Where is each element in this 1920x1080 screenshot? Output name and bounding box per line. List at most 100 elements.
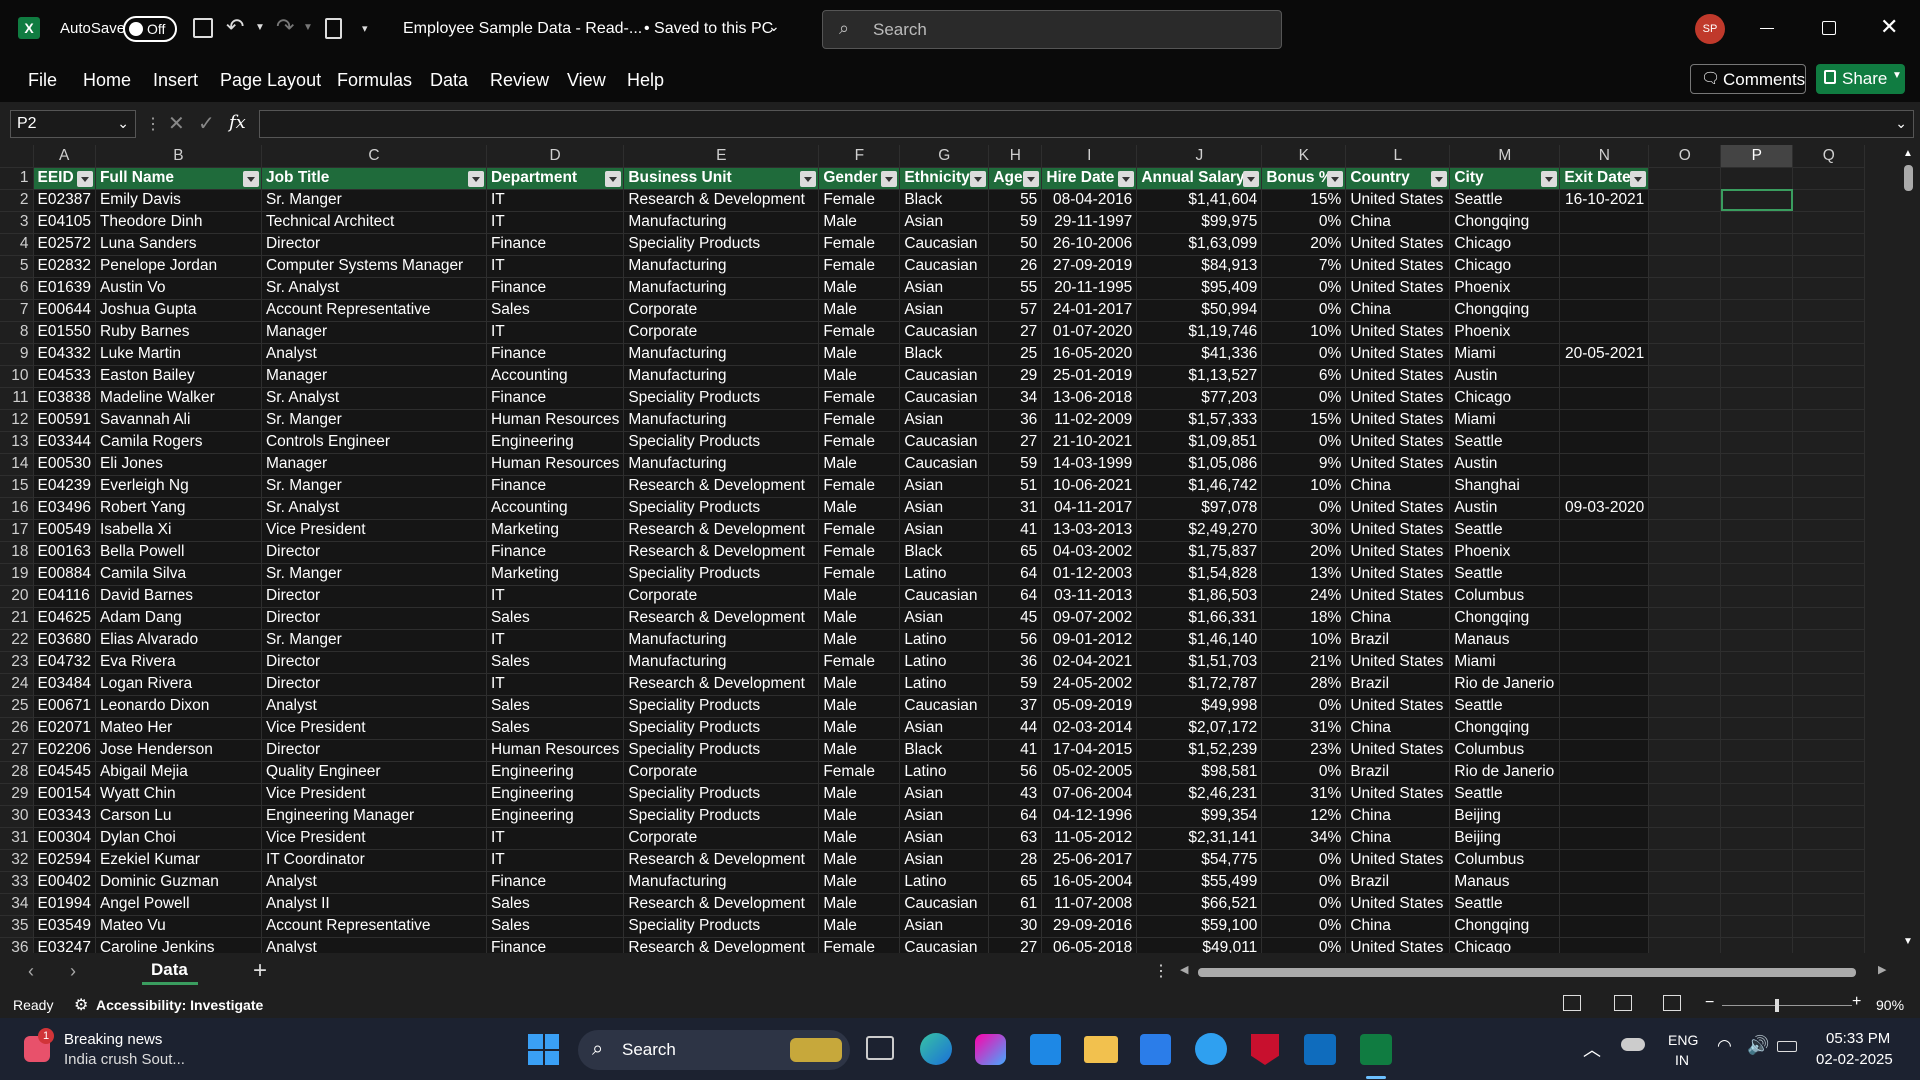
table-cell[interactable]: Jose Henderson (95, 739, 262, 762)
select-all-corner[interactable] (0, 145, 34, 168)
table-cell[interactable]: Director (261, 585, 487, 608)
table-cell[interactable]: $41,336 (1136, 343, 1263, 366)
table-cell[interactable]: Vice President (261, 519, 487, 542)
empty-cell[interactable] (1792, 519, 1866, 542)
empty-cell[interactable] (1792, 871, 1866, 894)
row-header[interactable]: 15 (0, 475, 34, 498)
menu-view[interactable]: View (567, 70, 606, 91)
empty-cell[interactable] (1648, 915, 1722, 938)
table-cell[interactable]: 34 (988, 387, 1043, 410)
table-cell[interactable]: IT (486, 673, 625, 696)
empty-cell[interactable] (1792, 387, 1866, 410)
table-cell[interactable]: United States (1345, 189, 1451, 212)
horizontal-scroll-thumb[interactable] (1198, 968, 1856, 977)
table-cell[interactable]: 31 (988, 497, 1043, 520)
table-cell[interactable]: Camila Silva (95, 563, 262, 586)
add-sheet-icon[interactable]: + (253, 957, 267, 985)
table-cell[interactable]: $49,998 (1136, 695, 1263, 718)
table-cell[interactable]: 20% (1261, 233, 1347, 256)
table-cell[interactable]: Chongqing (1449, 915, 1561, 938)
scroll-up-icon[interactable]: ▲ (1903, 148, 1913, 159)
empty-cell[interactable] (1720, 541, 1794, 564)
empty-cell[interactable] (1792, 497, 1866, 520)
table-cell[interactable]: 11-07-2008 (1041, 893, 1138, 916)
start-icon[interactable] (528, 1034, 559, 1065)
table-cell[interactable]: E03549 (33, 915, 96, 938)
table-cell[interactable]: Black (899, 189, 990, 212)
table-cell[interactable]: Abigail Mejia (95, 761, 262, 784)
vertical-scroll-thumb[interactable] (1904, 165, 1913, 191)
save-icon[interactable] (193, 18, 213, 38)
table-cell[interactable]: Caucasian (899, 585, 990, 608)
empty-cell[interactable] (1720, 233, 1794, 256)
zoom-out-icon[interactable]: − (1705, 994, 1714, 1012)
table-cell[interactable]: United States (1345, 739, 1451, 762)
table-cell[interactable]: Madeline Walker (95, 387, 262, 410)
table-cell[interactable]: Austin (1449, 497, 1561, 520)
column-header-a[interactable]: A (33, 145, 96, 168)
table-cell[interactable]: Analyst (261, 871, 487, 894)
table-cell[interactable]: United States (1345, 541, 1451, 564)
table-cell[interactable]: Speciality Products (623, 431, 820, 454)
table-cell[interactable]: Manufacturing (623, 365, 820, 388)
table-cell[interactable]: 37 (988, 695, 1043, 718)
table-cell[interactable]: 64 (988, 805, 1043, 828)
table-cell[interactable]: Speciality Products (623, 805, 820, 828)
table-cell[interactable]: E04533 (33, 365, 96, 388)
table-header-cell[interactable]: Gender (818, 167, 901, 190)
table-cell[interactable]: 24-01-2017 (1041, 299, 1138, 322)
table-cell[interactable]: 16-05-2020 (1041, 343, 1138, 366)
table-cell[interactable]: 05-02-2005 (1041, 761, 1138, 784)
table-cell[interactable]: Corporate (623, 321, 820, 344)
row-header[interactable]: 14 (0, 453, 34, 476)
table-cell[interactable]: 25-01-2019 (1041, 365, 1138, 388)
table-cell[interactable]: 0% (1261, 893, 1347, 916)
table-cell[interactable]: 15% (1261, 409, 1347, 432)
table-cell[interactable]: Male (818, 607, 901, 630)
table-cell[interactable]: IT (486, 189, 625, 212)
table-cell[interactable]: 59 (988, 673, 1043, 696)
table-cell[interactable]: Speciality Products (623, 695, 820, 718)
table-cell[interactable]: Manaus (1449, 629, 1561, 652)
table-header-cell[interactable]: Hire Date (1041, 167, 1138, 190)
row-header[interactable]: 20 (0, 585, 34, 608)
table-cell[interactable]: 12% (1261, 805, 1347, 828)
table-cell[interactable]: Caroline Jenkins (95, 937, 262, 953)
table-cell[interactable] (1559, 211, 1650, 234)
table-cell[interactable]: Latino (899, 563, 990, 586)
table-cell[interactable]: Beijing (1449, 805, 1561, 828)
table-cell[interactable]: 09-07-2002 (1041, 607, 1138, 630)
row-header[interactable]: 1 (0, 167, 34, 190)
table-cell[interactable]: United States (1345, 849, 1451, 872)
table-cell[interactable]: E01639 (33, 277, 96, 300)
table-cell[interactable]: Female (818, 387, 901, 410)
table-cell[interactable]: Male (818, 871, 901, 894)
table-cell[interactable]: E00671 (33, 695, 96, 718)
table-cell[interactable] (1559, 827, 1650, 850)
menu-data[interactable]: Data (430, 70, 468, 91)
table-cell[interactable]: 16-05-2004 (1041, 871, 1138, 894)
table-cell[interactable] (1559, 585, 1650, 608)
table-cell[interactable] (1559, 673, 1650, 696)
empty-cell[interactable] (1720, 299, 1794, 322)
row-header[interactable]: 29 (0, 783, 34, 806)
empty-cell[interactable] (1648, 629, 1722, 652)
table-cell[interactable]: Brazil (1345, 673, 1451, 696)
table-cell[interactable]: $59,100 (1136, 915, 1263, 938)
table-cell[interactable]: E02572 (33, 233, 96, 256)
table-cell[interactable]: E01550 (33, 321, 96, 344)
row-header[interactable]: 6 (0, 277, 34, 300)
empty-cell[interactable] (1648, 409, 1722, 432)
empty-cell[interactable] (1648, 563, 1722, 586)
table-cell[interactable]: Asian (899, 849, 990, 872)
table-cell[interactable]: Male (818, 827, 901, 850)
table-cell[interactable]: Sr. Analyst (261, 277, 487, 300)
table-cell[interactable]: 51 (988, 475, 1043, 498)
table-cell[interactable]: Speciality Products (623, 783, 820, 806)
table-cell[interactable]: Caucasian (899, 255, 990, 278)
table-cell[interactable]: Speciality Products (623, 387, 820, 410)
table-cell[interactable]: Chicago (1449, 937, 1561, 953)
empty-cell[interactable] (1720, 695, 1794, 718)
table-cell[interactable]: $1,54,828 (1136, 563, 1263, 586)
table-cell[interactable]: $1,52,239 (1136, 739, 1263, 762)
